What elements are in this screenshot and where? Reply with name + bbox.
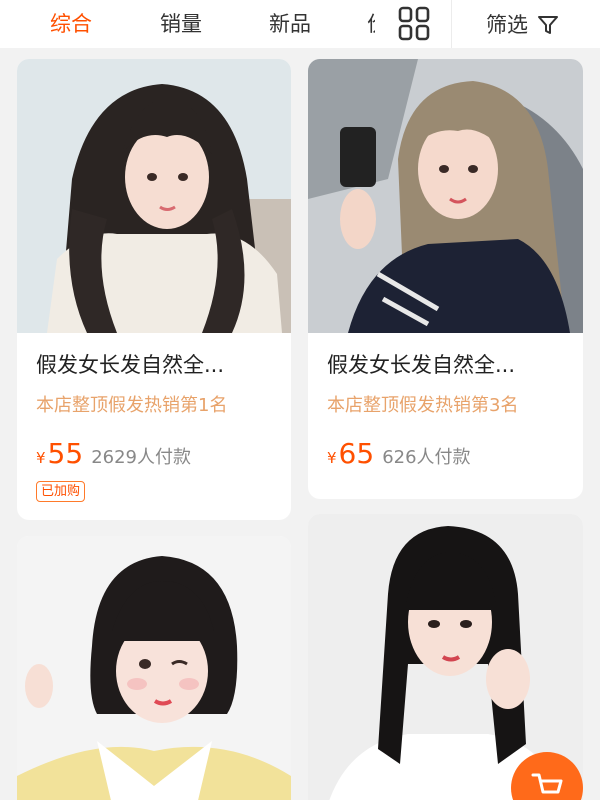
product-image[interactable] [17, 59, 291, 333]
tab-new[interactable]: 新品 [269, 6, 311, 42]
divider [451, 0, 452, 48]
product-rank-tag: 本店整顶假发热销第3名 [327, 395, 519, 416]
product-photo [17, 59, 291, 333]
product-photo [308, 59, 583, 333]
product-image[interactable] [308, 59, 583, 333]
grid-icon [398, 6, 430, 41]
added-to-cart-badge: 已加购 [36, 481, 86, 502]
product-title[interactable]: 假发女长发自然全... [327, 351, 567, 379]
sold-count: 2629人付款 [91, 447, 191, 468]
sort-bar: 综合 销量 新品 价 筛选 [0, 0, 600, 48]
product-photo [17, 536, 291, 800]
product-title[interactable]: 假发女长发自然全... [36, 351, 276, 379]
product-price: 55 [47, 437, 84, 470]
filter-icon [537, 16, 558, 34]
product-card[interactable] [17, 536, 291, 800]
tab-comprehensive[interactable]: 综合 [50, 6, 92, 42]
filter-label: 筛选 [486, 13, 528, 37]
grid-view-toggle[interactable] [396, 5, 432, 41]
price-row: ¥65 626人付款 [327, 437, 471, 471]
product-card[interactable]: 假发女长发自然全... 本店整顶假发热销第1名 ¥55 2629人付款 已加购 [17, 59, 291, 520]
price-row: ¥55 2629人付款 [36, 437, 191, 471]
product-rank-tag: 本店整顶假发热销第1名 [36, 395, 228, 416]
product-price: 65 [338, 437, 375, 470]
currency-symbol: ¥ [36, 449, 46, 467]
cart-icon [531, 773, 563, 794]
currency-symbol: ¥ [327, 449, 337, 467]
sold-count: 626人付款 [382, 447, 471, 468]
product-image[interactable] [17, 536, 291, 800]
product-card[interactable]: 假发女长发自然全... 本店整顶假发热销第3名 ¥65 626人付款 [308, 59, 583, 499]
tab-sales[interactable]: 销量 [160, 6, 202, 42]
tab-price-truncated[interactable]: 价 [367, 6, 375, 42]
filter-button[interactable]: 筛选 [486, 6, 559, 42]
